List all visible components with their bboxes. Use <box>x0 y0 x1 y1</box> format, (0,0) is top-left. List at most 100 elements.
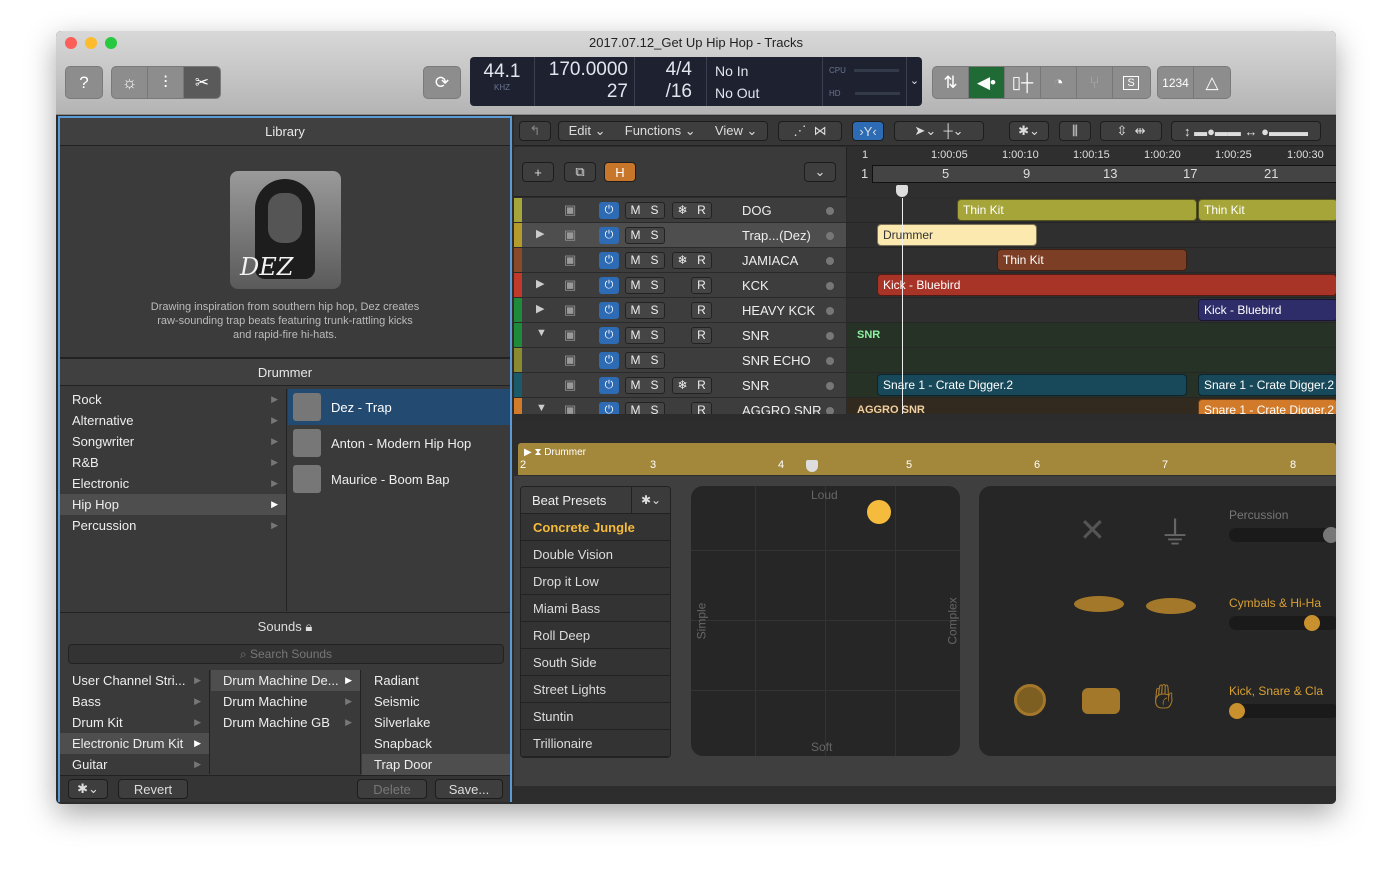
clap-hand-icon[interactable]: ✋︎ <box>1154 678 1173 717</box>
genre-item-selected[interactable]: Hip Hop ▶ <box>60 494 286 515</box>
preset-gear-icon[interactable]: ✱⌄ <box>631 487 670 514</box>
lcd-display[interactable]: 44.1 KHZ 170.0000 27 4/4/16 No In No Out CP… <box>470 57 922 106</box>
freeze-icon[interactable]: ❄ <box>673 203 692 218</box>
sticks-icon[interactable]: ✕ <box>1079 511 1106 549</box>
region[interactable]: Kick - Bluebird <box>877 274 1336 296</box>
sound-category[interactable]: Guitar ▶ <box>60 754 209 775</box>
kit-slider[interactable] <box>1229 615 1336 631</box>
preset-item[interactable]: Trillionaire <box>521 730 670 757</box>
metronome-icon[interactable]: △ <box>1194 67 1230 98</box>
track-lane[interactable] <box>847 348 1336 373</box>
sound-category[interactable]: User Channel Stri... ▶ <box>60 670 209 691</box>
edit-menu[interactable]: Edit ⌄ <box>569 123 606 139</box>
track-on-icon[interactable]: ⏻ <box>599 302 619 319</box>
disclosure-triangle-icon[interactable]: ▼ <box>536 402 547 414</box>
track-row[interactable]: ▣ ⏻ MS ❄ R SNR <box>514 373 846 398</box>
collapse-icon[interactable]: ⌄ <box>804 162 836 182</box>
genre-item[interactable]: Rock ▶ <box>60 389 286 410</box>
search-sounds-input[interactable]: ⌕ Search Sounds <box>68 644 504 664</box>
drummer-item[interactable]: Anton - Modern Hip Hop <box>288 425 510 461</box>
sound-patch[interactable]: Radiant <box>362 670 510 691</box>
track-name[interactable]: SNR ECHO <box>742 353 811 368</box>
drummer-region-ruler[interactable]: ▶ ⧗ Drummer 2 3 4 5 6 7 8 <box>518 443 1336 475</box>
track-on-icon[interactable]: ⏻ <box>599 402 619 414</box>
freeze-icon[interactable]: ❄ <box>673 378 692 393</box>
revert-button[interactable]: Revert <box>118 779 188 799</box>
track-on-icon[interactable]: ⏻ <box>599 327 619 344</box>
region[interactable]: Snare 1 - Crate Digger.2 <box>1198 399 1336 414</box>
gear-menu-button[interactable]: ✱⌄ <box>68 779 108 799</box>
djembe-icon[interactable]: ⏚ <box>1159 508 1191 554</box>
kick-drum-icon[interactable] <box>1014 684 1046 716</box>
preset-item[interactable]: Street Lights <box>521 676 670 703</box>
hihat-icon[interactable] <box>1146 598 1196 614</box>
zoom-fit-group[interactable]: ⇳ ⇹ <box>1100 121 1162 141</box>
record-enable-button[interactable]: R <box>692 378 711 393</box>
mute-button[interactable]: M <box>626 278 645 293</box>
save-button[interactable]: Save... <box>435 779 503 799</box>
track-row[interactable]: ▣ ⏻ MS ❄ R JAMIACA <box>514 248 846 273</box>
scissors-icon[interactable]: ✂ <box>184 67 220 98</box>
zoom-sliders[interactable]: ↕ ▬●▬▬ ↔ ●▬▬▬ <box>1171 121 1321 141</box>
record-enable-button[interactable]: R <box>691 302 712 319</box>
preset-item[interactable]: Drop it Low <box>521 568 670 595</box>
record-enable-button[interactable]: R <box>691 277 712 294</box>
genre-item[interactable]: Alternative ▶ <box>60 410 286 431</box>
sound-patch-selected[interactable]: Trap Door <box>362 754 510 775</box>
gauge-icon[interactable]: ◔ <box>1041 67 1077 98</box>
slider-thumb[interactable] <box>1323 527 1336 543</box>
slider-thumb[interactable] <box>1304 615 1321 631</box>
record-enable-button[interactable]: R <box>691 327 712 344</box>
add-track-button[interactable]: + <box>522 162 554 182</box>
kit-slider[interactable] <box>1229 527 1336 543</box>
sound-patch[interactable]: Seismic <box>362 691 510 712</box>
preset-item[interactable]: Stuntin <box>521 703 670 730</box>
preset-item[interactable]: Roll Deep <box>521 622 670 649</box>
record-enable-button[interactable]: R <box>691 402 712 414</box>
genre-item[interactable]: Percussion ▶ <box>60 515 286 536</box>
lcd-dropdown-icon[interactable]: ⌄ <box>907 57 922 106</box>
track-on-icon[interactable]: ⏻ <box>599 352 619 369</box>
view-menu[interactable]: View ⌄ <box>715 123 757 139</box>
preset-item[interactable]: Double Vision <box>521 541 670 568</box>
functions-menu[interactable]: Functions ⌄ <box>625 123 696 139</box>
drummer-item-selected[interactable]: Dez - Trap <box>288 389 510 425</box>
region[interactable]: Snare 1 - Crate Digger.2 <box>877 374 1187 396</box>
solo-button[interactable]: S <box>645 353 664 368</box>
count-in-button[interactable]: 1234 <box>1158 67 1194 98</box>
preset-item[interactable]: South Side <box>521 649 670 676</box>
sound-subcategory[interactable]: Drum Machine GB ▶ <box>211 712 360 733</box>
solo-button[interactable]: S <box>645 378 664 393</box>
sliders-icon[interactable]: ⫶ <box>148 67 184 98</box>
catch-icon[interactable]: ›Y‹ <box>852 121 884 141</box>
track-row[interactable]: ▣ ⏻ MS ❄ R DOG <box>514 198 846 223</box>
settings-gear-icon[interactable]: ✱⌄ <box>1009 121 1049 141</box>
cymbal-icon[interactable] <box>1074 596 1124 612</box>
region[interactable]: Thin Kit <box>957 199 1197 221</box>
automation-flex-group[interactable]: ⋰ ⋈ <box>778 121 842 141</box>
xy-puck[interactable] <box>867 499 892 524</box>
sound-category[interactable]: Drum Kit ▶ <box>60 712 209 733</box>
track-name[interactable]: HEAVY KCK <box>742 303 815 318</box>
playhead-handle[interactable] <box>896 185 908 197</box>
solo-button[interactable]: S <box>645 403 664 414</box>
track-row[interactable]: ▼ ▣ ⏻ MS ❄R SNR <box>514 323 846 348</box>
solo-button[interactable]: S <box>645 228 664 243</box>
back-icon[interactable]: ↰ <box>519 121 551 141</box>
drummer-item[interactable]: Maurice - Boom Bap <box>288 461 510 497</box>
track-name[interactable]: DOG <box>742 203 772 218</box>
track-on-icon[interactable]: ⏻ <box>599 277 619 294</box>
sound-patch[interactable]: Snapback <box>362 733 510 754</box>
tuning-fork-icon[interactable]: ⑂ <box>1077 67 1113 98</box>
speaker-icon[interactable]: ◀• <box>969 67 1005 98</box>
solo-button[interactable]: S <box>645 278 664 293</box>
record-enable-button[interactable]: R <box>692 203 711 218</box>
preset-item[interactable]: Concrete Jungle <box>521 514 670 541</box>
bounce-icon[interactable]: ⇅ <box>933 67 969 98</box>
region[interactable]: Drummer <box>877 224 1037 246</box>
cycle-button[interactable]: ⟳ <box>423 66 461 99</box>
record-enable-button[interactable]: R <box>692 253 711 268</box>
disclosure-triangle-icon[interactable]: ▶ <box>536 227 544 240</box>
xy-pad[interactable]: Loud Soft Simple Complex <box>691 486 960 756</box>
track-row[interactable]: ▶ ▣ ⏻ MS Trap...(Dez) <box>514 223 846 248</box>
